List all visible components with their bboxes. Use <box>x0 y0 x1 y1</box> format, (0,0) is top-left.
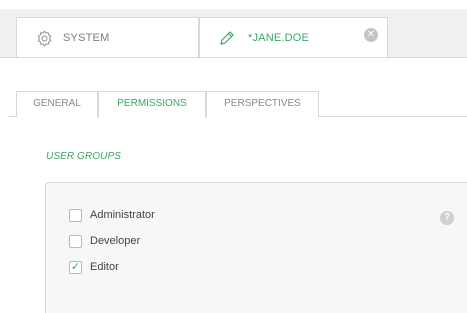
gear-icon <box>35 29 54 48</box>
checkbox-label: Editor <box>90 261 119 273</box>
checkbox-row-editor[interactable]: ✓ Editor <box>69 259 119 275</box>
checkbox-administrator[interactable] <box>69 208 82 222</box>
close-icon[interactable]: ✕ <box>364 28 378 42</box>
checkbox-row-administrator[interactable]: Administrator <box>69 207 155 223</box>
pencil-icon <box>219 30 235 46</box>
tab-permissions[interactable]: PERMISSIONS <box>98 91 206 118</box>
section-title: USER GROUPS <box>46 151 122 162</box>
editor-tab-system[interactable]: SYSTEM <box>16 17 199 58</box>
checkbox-label: Developer <box>90 235 141 247</box>
help-icon[interactable]: ? <box>440 211 454 225</box>
checkbox-editor[interactable]: ✓ <box>69 260 82 274</box>
editor-tab-label: SYSTEM <box>63 32 110 44</box>
editor-tab-bar: SYSTEM *JANE.DOE ✕ <box>0 9 467 59</box>
inner-tab-strip: GENERAL PERMISSIONS PERSPECTIVES <box>0 91 467 118</box>
checkbox-developer[interactable] <box>69 234 82 248</box>
user-editor-page: SYSTEM *JANE.DOE ✕ GENERAL PERMISSIONS P… <box>0 0 467 313</box>
tab-perspectives[interactable]: PERSPECTIVES <box>206 91 319 117</box>
checkbox-row-developer[interactable]: Developer <box>69 233 140 249</box>
editor-tab-user[interactable]: *JANE.DOE ✕ <box>199 17 388 59</box>
checkbox-label: Administrator <box>90 209 155 221</box>
tab-bar-divider <box>0 57 467 58</box>
checkmark-icon: ✓ <box>70 260 81 273</box>
tab-general[interactable]: GENERAL <box>16 91 98 117</box>
editor-tab-label: *JANE.DOE <box>248 32 310 44</box>
